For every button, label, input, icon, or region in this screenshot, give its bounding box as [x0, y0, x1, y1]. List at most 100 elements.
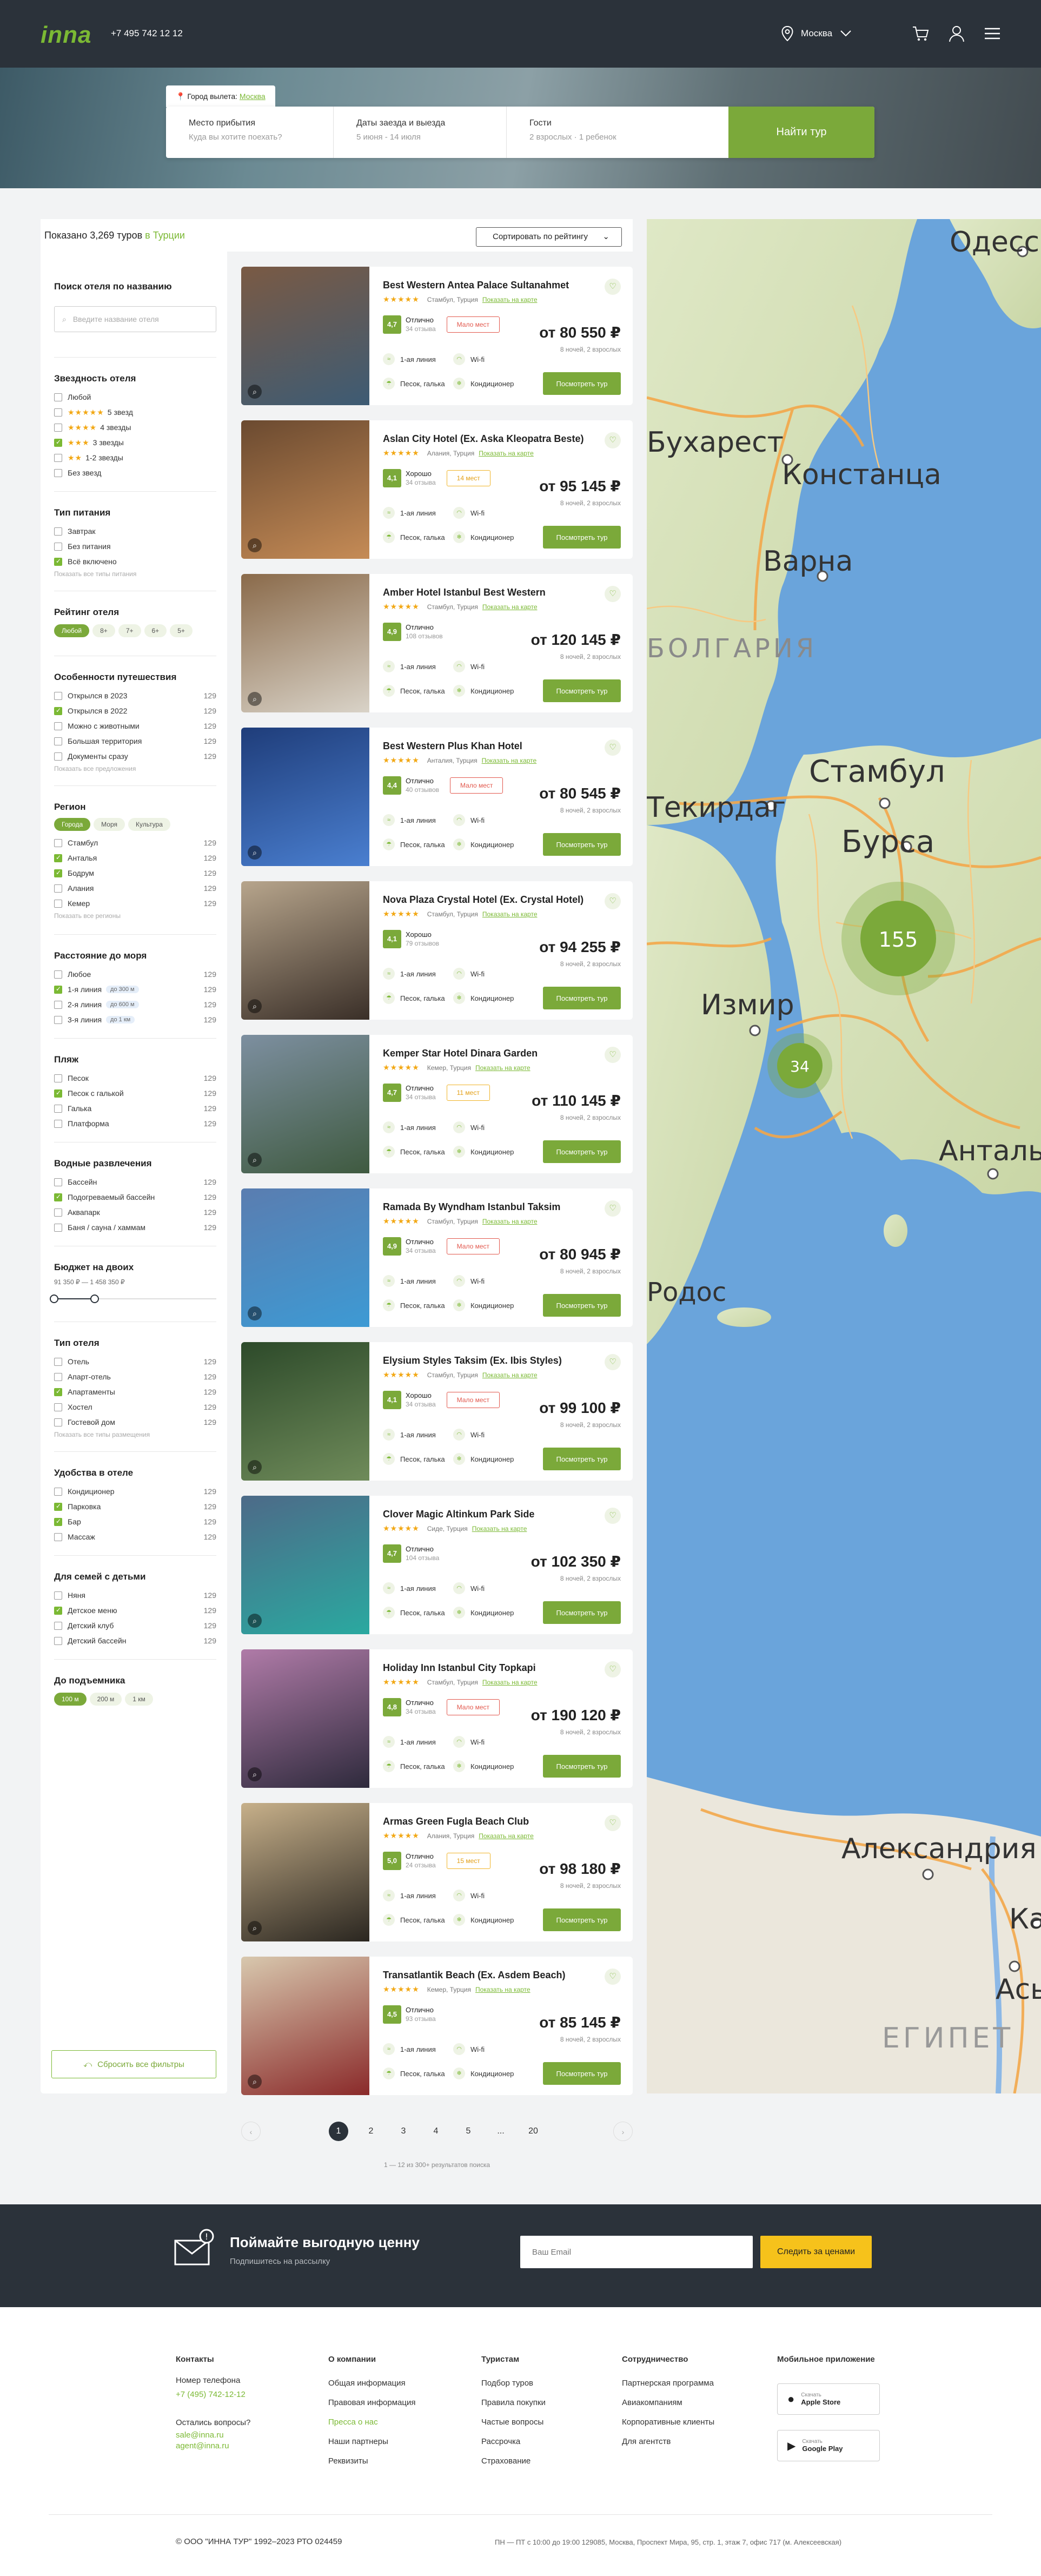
footer-link[interactable]: Пресса о нас — [328, 2413, 415, 2432]
hotel-card[interactable]: ⌕ Kemper Star Hotel Dinara Garden ♡ ★★★★… — [241, 1035, 633, 1173]
filter-option[interactable]: Можно с животными 129 — [54, 718, 216, 734]
checkbox[interactable] — [54, 1119, 62, 1128]
checkbox[interactable] — [54, 737, 62, 745]
sort-dropdown[interactable]: Сортировать по рейтингу ⌄ — [476, 227, 622, 247]
filter-option[interactable]: Кемер 129 — [54, 896, 216, 911]
filter-option[interactable]: Любое 129 — [54, 967, 216, 982]
show-on-map-link[interactable]: Показать на карте — [472, 1525, 527, 1533]
checkbox[interactable] — [54, 1000, 62, 1009]
view-tour-button[interactable]: Посмотреть тур — [543, 372, 621, 395]
hotel-photo[interactable]: ⌕ — [241, 420, 369, 559]
footer-link[interactable]: Партнерская программа — [622, 2374, 714, 2393]
zoom-icon[interactable]: ⌕ — [248, 1921, 262, 1935]
checkbox[interactable] — [54, 1533, 62, 1541]
filter-option[interactable]: Подогреваемый бассейн 129 — [54, 1190, 216, 1205]
hotel-name[interactable]: Nova Plaza Crystal Hotel (Ex. Crystal Ho… — [383, 894, 584, 906]
show-on-map-link[interactable]: Показать на карте — [482, 1679, 538, 1686]
checkbox[interactable] — [54, 1074, 62, 1082]
cart-icon[interactable] — [911, 24, 930, 43]
filter-option[interactable]: Бассейн 129 — [54, 1174, 216, 1190]
show-on-map-link[interactable]: Показать на карте — [482, 1371, 538, 1379]
favorite-heart-icon[interactable]: ♡ — [605, 1200, 621, 1217]
hotel-card[interactable]: ⌕ Amber Hotel Istanbul Best Western ♡ ★★… — [241, 574, 633, 712]
hotel-name[interactable]: Amber Hotel Istanbul Best Western — [383, 587, 546, 598]
checkbox[interactable] — [54, 527, 62, 536]
footer-link[interactable]: Для агентств — [622, 2432, 714, 2452]
rating-pill[interactable]: 5+ — [170, 624, 193, 637]
show-on-map-link[interactable]: Показать на карте — [482, 910, 538, 918]
zoom-icon[interactable]: ⌕ — [248, 1153, 262, 1167]
slider-handle-max[interactable] — [90, 1294, 99, 1303]
footer-link[interactable]: Корпоративные клиенты — [622, 2413, 714, 2432]
logo[interactable]: inna — [41, 22, 91, 49]
hotel-name[interactable]: Clover Magic Altinkum Park Side — [383, 1509, 534, 1520]
show-on-map-link[interactable]: Показать на карте — [479, 450, 534, 457]
checkbox[interactable] — [54, 899, 62, 908]
hotel-name[interactable]: Ramada By Wyndham Istanbul Taksim — [383, 1201, 560, 1213]
filter-option[interactable]: Баня / сауна / хаммам 129 — [54, 1220, 216, 1235]
zoom-icon[interactable]: ⌕ — [248, 999, 262, 1013]
menu-icon[interactable] — [983, 24, 1002, 43]
map-cluster-34[interactable]: 34 — [767, 1033, 832, 1098]
footer-phone[interactable]: +7 (495) 742-12-12 — [176, 2388, 250, 2402]
filter-option[interactable]: Отель 129 — [54, 1354, 216, 1369]
slider-handle-min[interactable] — [50, 1294, 58, 1303]
favorite-heart-icon[interactable]: ♡ — [605, 739, 621, 756]
zoom-icon[interactable]: ⌕ — [248, 846, 262, 860]
filter-option[interactable]: Любой — [54, 389, 216, 405]
lift-distance-pill[interactable]: 100 м — [54, 1693, 87, 1706]
region-tab[interactable]: Города — [54, 818, 91, 831]
checkbox[interactable] — [54, 869, 62, 877]
favorite-heart-icon[interactable]: ♡ — [605, 432, 621, 448]
header-phone[interactable]: +7 495 742 12 12 — [111, 28, 183, 39]
favorite-heart-icon[interactable]: ♡ — [605, 1661, 621, 1677]
hotel-search-input[interactable]: ⌕ Введите название отеля — [54, 306, 216, 332]
footer-email-agent[interactable]: agent@inna.ru — [176, 2441, 250, 2452]
footer-email-sale[interactable]: sale@inna.ru — [176, 2430, 250, 2441]
filter-option[interactable]: Гостевой дом 129 — [54, 1415, 216, 1430]
hotel-name[interactable]: Best Western Plus Khan Hotel — [383, 741, 522, 752]
region-tab[interactable]: Моря — [94, 818, 125, 831]
footer-link[interactable]: Авиакомпаниям — [622, 2393, 714, 2413]
checkbox[interactable] — [54, 408, 62, 417]
filter-option[interactable]: Алания 129 — [54, 881, 216, 896]
filter-option[interactable]: Анталья 129 — [54, 850, 216, 866]
checkbox[interactable] — [54, 752, 62, 761]
page-number[interactable]: 1 — [329, 2122, 348, 2141]
page-number[interactable]: 4 — [426, 2122, 446, 2141]
hotel-name[interactable]: Armas Green Fugla Beach Club — [383, 1816, 529, 1827]
filter-option[interactable]: ★★★★★ 5 звезд — [54, 405, 216, 420]
filter-option[interactable]: 2-я линия до 600 м 129 — [54, 997, 216, 1012]
zoom-icon[interactable]: ⌕ — [248, 692, 262, 706]
show-on-map-link[interactable]: Показать на карте — [479, 1832, 534, 1840]
show-on-map-link[interactable]: Показать на карте — [482, 603, 538, 611]
footer-link[interactable]: Общая информация — [328, 2374, 415, 2393]
rating-pill[interactable]: 7+ — [118, 624, 141, 637]
hotel-card[interactable]: ⌕ Armas Green Fugla Beach Club ♡ ★★★★★ А… — [241, 1803, 633, 1941]
view-tour-button[interactable]: Посмотреть тур — [543, 987, 621, 1009]
show-more-link[interactable]: Показать все регионы — [54, 912, 216, 920]
google-play-button[interactable]: ▶ Скачать Google Play — [777, 2430, 880, 2461]
filter-option[interactable]: Песок с галькой 129 — [54, 1086, 216, 1101]
footer-link[interactable]: Наши партнеры — [328, 2432, 415, 2452]
checkbox[interactable] — [54, 542, 62, 551]
filter-option[interactable]: Хостел 129 — [54, 1399, 216, 1415]
user-icon[interactable] — [947, 24, 966, 43]
find-tour-button[interactable]: Найти тур — [728, 107, 874, 158]
show-on-map-link[interactable]: Показать на карте — [475, 1986, 531, 1993]
filter-option[interactable]: Без питания — [54, 539, 216, 554]
rating-pill[interactable]: Любой — [54, 624, 90, 637]
favorite-heart-icon[interactable]: ♡ — [605, 1815, 621, 1831]
hotel-name[interactable]: Aslan City Hotel (Ex. Aska Kleopatra Bes… — [383, 433, 584, 445]
checkbox[interactable] — [54, 1178, 62, 1186]
filter-option[interactable]: Няня 129 — [54, 1588, 216, 1603]
filter-option[interactable]: Стамбул 129 — [54, 835, 216, 850]
checkbox[interactable] — [54, 706, 62, 715]
apple-store-button[interactable]: ● Скачать Apple Store — [777, 2383, 880, 2415]
show-more-link[interactable]: Показать все типы размещения — [54, 1431, 216, 1438]
favorite-heart-icon[interactable]: ♡ — [605, 1969, 621, 1985]
hotel-card[interactable]: ⌕ Aslan City Hotel (Ex. Aska Kleopatra B… — [241, 420, 633, 559]
checkbox[interactable] — [54, 1104, 62, 1113]
filter-option[interactable]: ★★★3 звезды — [54, 435, 216, 450]
favorite-heart-icon[interactable]: ♡ — [605, 1508, 621, 1524]
